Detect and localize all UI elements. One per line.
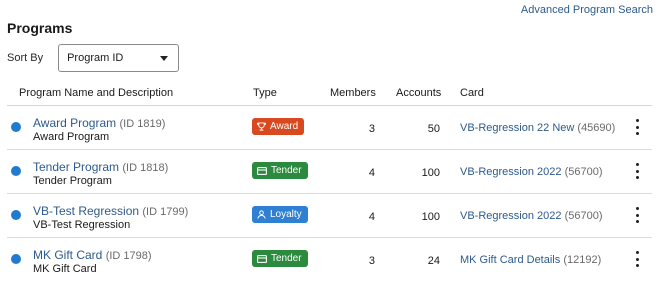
card-cell: MK Gift Card Details (12192) [460,254,601,266]
program-id: (ID 1819) [119,118,166,130]
type-badge-label: Loyalty [270,209,302,220]
sort-row: Sort By Program ID [7,44,180,72]
programs-table: Program Name and Description Type Member… [7,79,652,282]
sort-by-label: Sort By [7,52,44,64]
status-dot [11,122,21,132]
card-cell: VB-Regression 2022 (56700) [460,166,603,178]
card-link[interactable]: VB-Regression 22 New [460,122,574,134]
type-badge: Award [252,118,305,135]
accounts-count: 50 [427,123,440,135]
program-name-link[interactable]: VB-Test Regression [33,204,139,218]
advanced-program-search-link[interactable]: Advanced Program Search [521,4,653,16]
status-dot [11,166,21,176]
status-dot [11,254,21,264]
program-name-link[interactable]: Award Program [33,116,116,130]
card-link[interactable]: VB-Regression 2022 [460,166,562,178]
card-id: (56700) [564,166,603,178]
program-id: (ID 1799) [142,206,189,218]
row-actions-menu-icon[interactable] [634,119,640,135]
program-description: MK Gift Card [33,263,97,275]
type-badge-label: Tender [271,253,302,264]
card-id: (45690) [577,122,616,134]
table-row: MK Gift Card (ID 1798) MK Gift Card Tend… [7,238,652,282]
card-cell: VB-Regression 2022 (56700) [460,210,603,222]
card-id: (12192) [563,254,602,266]
table-row: Award Program (ID 1819) Award Program Aw… [7,106,652,150]
table-header: Program Name and Description Type Member… [7,79,652,106]
program-description: Award Program [33,131,110,143]
card-cell: VB-Regression 22 New (45690) [460,122,615,134]
members-count: 3 [368,123,375,135]
col-header-name: Program Name and Description [19,87,174,99]
type-badge: Tender [252,162,308,179]
row-actions-menu-icon[interactable] [634,163,640,179]
type-badge-label: Tender [271,165,302,176]
sort-by-value: Program ID [67,52,124,64]
col-header-accounts: Accounts [396,87,442,99]
accounts-count: 100 [421,167,440,179]
members-count: 3 [368,255,375,267]
accounts-count: 100 [421,211,440,223]
row-actions-menu-icon[interactable] [634,251,640,267]
program-name: MK Gift Card (ID 1798) [33,248,152,262]
type-badge: Loyalty [252,206,308,223]
program-description: Tender Program [33,175,112,187]
sort-by-select[interactable]: Program ID [58,44,180,72]
col-header-members: Members [330,87,376,99]
type-badge: Tender [252,250,308,267]
card-id: (56700) [564,210,603,222]
table-row: VB-Test Regression (ID 1799) VB-Test Reg… [7,194,652,238]
program-name: Award Program (ID 1819) [33,116,165,130]
members-count: 4 [368,167,375,179]
trophy-icon [257,122,266,131]
program-id: (ID 1798) [105,250,152,262]
card-icon [257,166,267,175]
chevron-down-icon [160,55,169,61]
program-name: VB-Test Regression (ID 1799) [33,204,188,218]
card-icon [257,254,267,263]
col-header-type: Type [253,87,277,99]
table-row: Tender Program (ID 1818) Tender Program … [7,150,652,194]
status-dot [11,210,21,220]
program-name-link[interactable]: Tender Program [33,160,119,174]
members-count: 4 [368,211,375,223]
accounts-count: 24 [427,255,440,267]
card-link[interactable]: MK Gift Card Details [460,254,560,266]
row-actions-menu-icon[interactable] [634,207,640,223]
col-header-card: Card [460,87,484,99]
program-description: VB-Test Regression [33,219,131,231]
card-link[interactable]: VB-Regression 2022 [460,210,562,222]
program-name-link[interactable]: MK Gift Card [33,248,102,262]
program-id: (ID 1818) [122,162,169,174]
page-title: Programs [7,20,73,36]
person-icon [257,210,266,219]
program-name: Tender Program (ID 1818) [33,160,168,174]
table-body: Award Program (ID 1819) Award Program Aw… [7,106,652,282]
type-badge-label: Award [270,121,299,132]
